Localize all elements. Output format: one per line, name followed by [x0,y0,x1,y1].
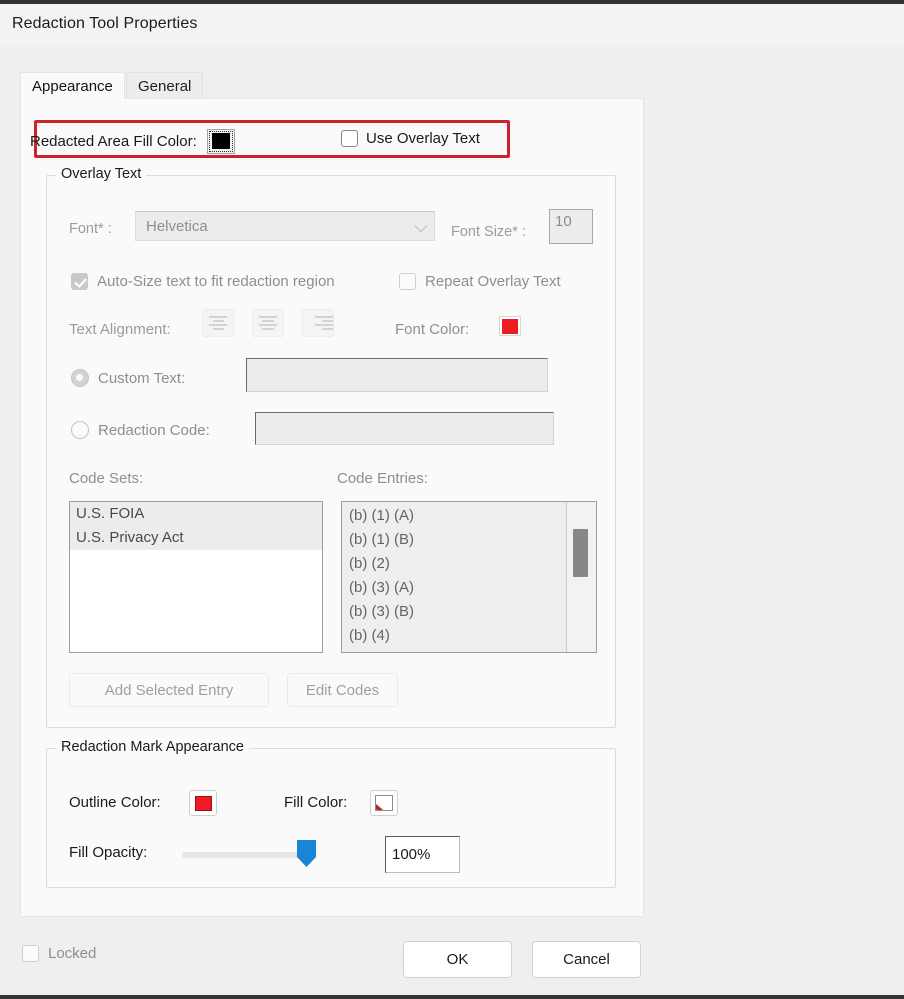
auto-size-label: Auto-Size text to fit redaction region [97,273,335,290]
code-entries-label: Code Entries: [337,470,428,487]
fill-opacity-value: 100% [392,846,431,863]
edit-codes-button[interactable]: Edit Codes [287,673,398,707]
outline-color-preview [194,795,212,811]
outline-color-label: Outline Color: [69,794,161,811]
font-color-swatch[interactable] [499,316,521,336]
overlay-text-group: Overlay Text Font* : Helvetica Font Size… [46,166,616,728]
font-label: Font* : [69,221,112,237]
custom-text-radio-row[interactable]: Custom Text: [71,369,185,387]
redacted-area-fill-color-label: Redacted Area Fill Color: [30,132,197,150]
redaction-code-radio[interactable] [71,421,89,439]
font-color-preview [502,318,518,334]
fill-opacity-slider-thumb[interactable] [297,840,316,867]
align-right-icon[interactable] [302,309,334,337]
custom-text-label: Custom Text: [98,369,186,387]
window-bottom-edge [0,995,904,999]
tab-general-label: General [138,77,192,95]
overlay-text-group-title: Overlay Text [56,166,147,182]
locked-checkbox[interactable] [22,945,39,962]
locked-checkbox-row[interactable]: Locked [22,945,96,962]
text-alignment-label: Text Alignment: [69,321,171,338]
code-sets-selected-block: U.S. FOIA U.S. Privacy Act [70,502,322,550]
redaction-mark-appearance-group: Redaction Mark Appearance Outline Color:… [46,739,616,888]
tab-strip: Appearance General [20,72,644,99]
code-entries-listbox[interactable]: (b) (1) (A) (b) (1) (B) (b) (2) (b) (3) … [341,501,597,653]
mark-fill-color-label: Fill Color: [284,794,348,811]
code-entries-scrollbar[interactable] [566,502,596,652]
font-size-label: Font Size* : [451,224,526,240]
repeat-overlay-text-label: Repeat Overlay Text [425,273,561,290]
code-sets-label: Code Sets: [69,470,144,487]
list-item[interactable]: (b) (3) (A) [342,576,566,600]
outline-color-swatch[interactable] [189,790,217,816]
auto-size-checkbox[interactable] [71,273,88,290]
redacted-area-fill-color-row: Redacted Area Fill Color: [30,128,235,154]
scrollbar-thumb[interactable] [573,529,588,577]
locked-label: Locked [48,945,97,962]
tab-general[interactable]: General [126,72,204,99]
cancel-button[interactable]: Cancel [532,941,641,978]
tab-appearance-label: Appearance [32,77,113,95]
list-item[interactable]: (b) (1) (B) [342,528,566,552]
fill-opacity-input[interactable]: 100% [385,836,460,873]
use-overlay-text-label: Use Overlay Text [366,130,480,147]
add-selected-entry-label: Add Selected Entry [104,681,234,699]
list-item[interactable]: (b) (1) (A) [342,504,566,528]
list-item[interactable]: (b) (4) [342,624,566,648]
font-color-label: Font Color: [395,321,470,338]
font-select-value: Helvetica [146,217,208,235]
font-select[interactable]: Helvetica [135,211,435,241]
list-item[interactable]: U.S. FOIA [70,502,322,526]
custom-text-input[interactable] [246,358,548,392]
color-preview [211,133,230,149]
ok-button[interactable]: OK [403,941,512,978]
redaction-code-radio-row[interactable]: Redaction Code: [71,421,210,439]
auto-size-checkbox-row[interactable]: Auto-Size text to fit redaction region [71,273,335,290]
repeat-overlay-text-checkbox-row[interactable]: Repeat Overlay Text [399,273,561,290]
cancel-button-label: Cancel [563,951,610,968]
edit-codes-label: Edit Codes [305,681,380,699]
slider-thumb-icon [297,840,316,867]
focus-ring [208,130,233,152]
fill-opacity-label: Fill Opacity: [69,844,148,861]
font-size-input[interactable]: 10 [549,209,593,244]
ok-button-label: OK [446,951,469,968]
list-item[interactable]: (b) (3) (B) [342,600,566,624]
redaction-code-label: Redaction Code: [98,421,210,439]
redaction-code-input[interactable] [255,412,554,445]
use-overlay-text-checkbox-row[interactable]: Use Overlay Text [341,130,480,147]
list-item[interactable]: U.S. Privacy Act [70,526,322,550]
mark-fill-color-swatch[interactable] [370,790,398,816]
redaction-mark-appearance-title: Redaction Mark Appearance [56,739,249,755]
code-sets-listbox[interactable]: U.S. FOIA U.S. Privacy Act [69,501,323,653]
align-left-icon[interactable] [202,309,234,337]
align-center-icon[interactable] [252,309,284,337]
fill-opacity-slider-track[interactable] [182,852,308,858]
add-selected-entry-button[interactable]: Add Selected Entry [69,673,269,707]
chevron-down-icon [414,219,428,233]
code-entries-items: (b) (1) (A) (b) (1) (B) (b) (2) (b) (3) … [342,502,566,652]
tab-appearance[interactable]: Appearance [20,72,125,99]
redacted-area-fill-color-swatch[interactable] [206,128,235,154]
use-overlay-text-checkbox[interactable] [341,130,358,147]
window-title: Redaction Tool Properties [12,15,198,32]
list-item[interactable]: (b) (2) [342,552,566,576]
repeat-overlay-text-checkbox[interactable] [399,273,416,290]
no-fill-icon [375,795,393,811]
font-size-value: 10 [555,213,572,230]
title-bar: Redaction Tool Properties [0,4,904,46]
custom-text-radio[interactable] [71,369,89,387]
